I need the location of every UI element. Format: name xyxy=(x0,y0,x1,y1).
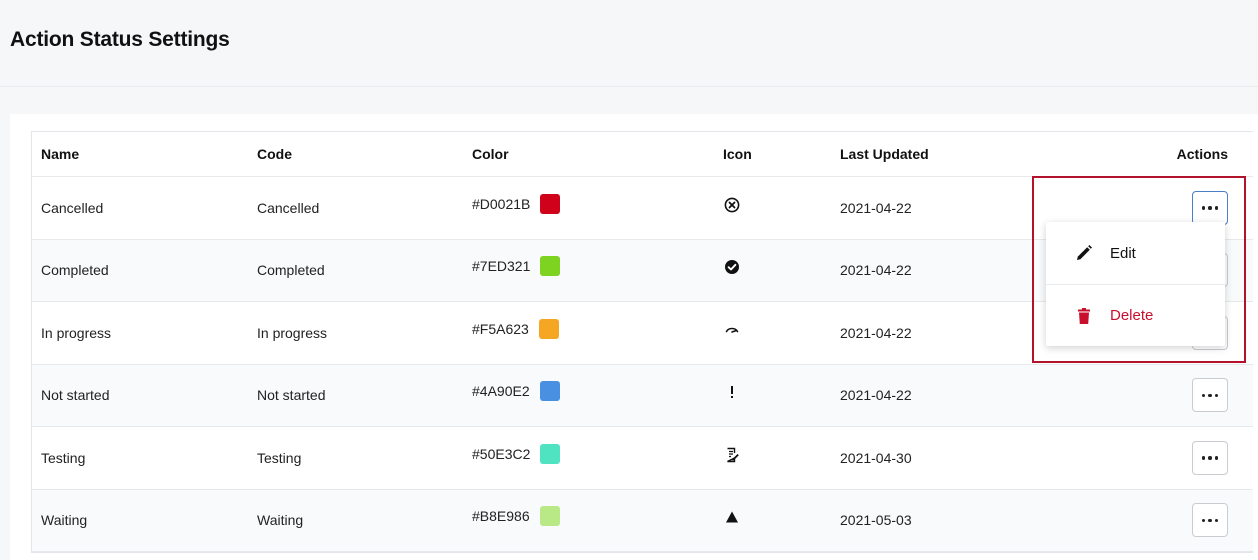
color-swatch xyxy=(540,256,561,277)
color-swatch xyxy=(539,381,560,402)
color-swatch xyxy=(538,318,559,339)
table-row[interactable]: Not started Not started #4A90E2 2021-04-… xyxy=(32,364,1253,427)
more-horizontal-icon xyxy=(1201,518,1219,522)
last-updated: 2021-04-22 xyxy=(840,262,912,279)
color-hex: #F5A623 xyxy=(472,320,529,337)
color-swatch xyxy=(540,193,561,214)
color-swatch xyxy=(540,443,561,464)
status-name: Not started xyxy=(41,387,110,404)
last-updated: 2021-04-22 xyxy=(840,199,912,216)
column-header-last-updated[interactable]: Last Updated xyxy=(840,132,929,176)
status-color: #D0021B xyxy=(472,177,561,239)
clipboard-edit-icon xyxy=(722,445,742,465)
column-header-actions: Actions xyxy=(1176,146,1228,162)
triangle-icon xyxy=(722,507,742,527)
table-row[interactable]: Testing Testing #50E3C2 2021-04-30 xyxy=(32,427,1253,490)
status-name: Completed xyxy=(41,262,109,279)
status-color: #B8E986 xyxy=(472,490,560,552)
column-header-code[interactable]: Code xyxy=(257,132,292,176)
row-actions-button[interactable] xyxy=(1192,440,1228,475)
status-name: In progress xyxy=(41,324,112,341)
row-actions-button[interactable] xyxy=(1192,503,1228,538)
status-name: Waiting xyxy=(41,512,88,529)
last-updated: 2021-04-22 xyxy=(840,387,912,404)
last-updated: 2021-04-22 xyxy=(840,324,912,341)
status-code: Not started xyxy=(257,387,326,404)
gauge-icon xyxy=(722,320,742,340)
table-header-row: Name Code Color Icon Last Updated Action… xyxy=(32,132,1253,177)
status-color: #50E3C2 xyxy=(472,427,561,489)
exclamation-icon xyxy=(722,382,742,402)
status-code: In progress xyxy=(257,324,328,341)
status-color: #F5A623 xyxy=(472,302,559,364)
status-code: Waiting xyxy=(257,512,304,529)
more-horizontal-icon xyxy=(1201,456,1219,460)
circle-x-icon xyxy=(722,195,742,215)
page: Action Status Settings Name Code Color I… xyxy=(0,0,1258,560)
color-hex: #B8E986 xyxy=(472,508,530,525)
column-header-color[interactable]: Color xyxy=(472,132,509,176)
status-code: Cancelled xyxy=(257,199,320,216)
status-code: Testing xyxy=(257,449,302,466)
page-title: Action Status Settings xyxy=(10,28,230,51)
color-hex: #D0021B xyxy=(472,195,531,212)
column-header-icon[interactable]: Icon xyxy=(723,132,752,176)
check-circle-icon xyxy=(722,257,742,277)
color-hex: #4A90E2 xyxy=(472,383,530,400)
status-color: #4A90E2 xyxy=(472,365,560,427)
more-horizontal-icon xyxy=(1201,393,1219,397)
color-hex: #7ED321 xyxy=(472,258,531,275)
row-actions-button[interactable] xyxy=(1192,378,1228,413)
table-row[interactable]: Waiting Waiting #B8E986 2021-05-03 xyxy=(32,489,1253,552)
status-name: Testing xyxy=(41,449,86,466)
highlight-box xyxy=(1032,176,1246,363)
status-name: Cancelled xyxy=(41,199,104,216)
last-updated: 2021-04-30 xyxy=(840,449,912,466)
color-swatch xyxy=(539,506,560,527)
page-header: Action Status Settings xyxy=(0,0,1258,87)
status-code: Completed xyxy=(257,262,325,279)
last-updated: 2021-05-03 xyxy=(840,512,912,529)
color-hex: #50E3C2 xyxy=(472,445,531,462)
status-color: #7ED321 xyxy=(472,240,561,302)
column-header-name[interactable]: Name xyxy=(41,132,79,176)
